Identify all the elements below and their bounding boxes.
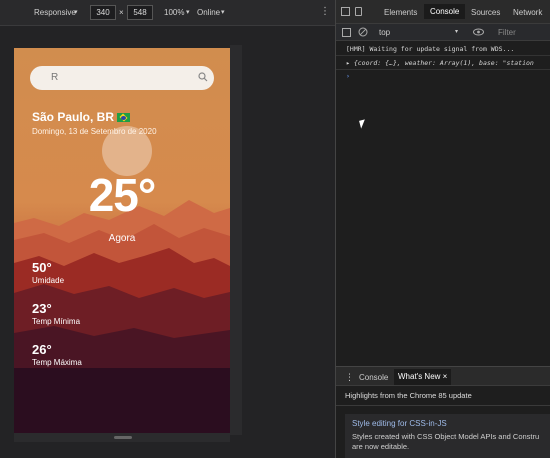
console-output: [HMR] Waiting for update signal from WDS… — [336, 41, 550, 366]
highlights-heading: Highlights from the Chrome 85 update — [345, 391, 472, 400]
stat-value: 50° — [32, 260, 52, 275]
devtools-tabbar: Elements Console Sources Network — [336, 0, 550, 24]
tab-network[interactable]: Network — [513, 8, 542, 17]
stat-min-temp: 23° Temp Mínima — [32, 301, 80, 326]
drawer-tab-label: What's New — [398, 372, 441, 381]
console-toolbar: top ▾ Filter — [336, 24, 550, 41]
feature-title[interactable]: Style editing for CSS-in-JS — [352, 419, 447, 428]
tab-sources[interactable]: Sources — [471, 8, 500, 17]
stat-value: 26° — [32, 342, 52, 357]
feature-description: Styles created with CSS Object Model API… — [352, 432, 540, 441]
console-log-line: [HMR] Waiting for update signal from WDS… — [346, 45, 515, 53]
console-object-line[interactable]: ▸ {coord: {…}, weather: Array(1), base: … — [346, 59, 534, 67]
current-temperature: 25° — [88, 169, 157, 221]
network-throttle-select[interactable]: Online — [197, 8, 220, 17]
search-icon[interactable] — [198, 72, 208, 82]
chevron-down-icon: ▾ — [186, 9, 190, 16]
tab-console[interactable]: Console — [424, 4, 466, 19]
stat-label: Umidade — [32, 276, 65, 285]
search-text: R — [51, 72, 59, 83]
height-input[interactable]: 548 — [127, 5, 153, 20]
dimension-separator: × — [119, 8, 124, 17]
tab-elements[interactable]: Elements — [384, 8, 417, 17]
city-name: São Paulo, BR — [32, 110, 115, 124]
filter-input[interactable]: Filter — [498, 28, 516, 37]
stat-label: Temp Máxima — [32, 358, 82, 367]
clear-console-icon[interactable] — [358, 27, 368, 37]
date-label: Domingo, 13 de Setembro de 2020 — [32, 127, 157, 136]
console-prompt[interactable]: › — [346, 72, 350, 80]
search-input[interactable]: R — [30, 66, 214, 90]
close-icon[interactable]: × — [443, 372, 448, 381]
eye-icon[interactable] — [473, 28, 484, 36]
sidebar-toggle-icon[interactable] — [342, 28, 351, 37]
whats-new-panel: Highlights from the Chrome 85 update Sty… — [336, 386, 550, 458]
resize-handle-bottom[interactable] — [14, 433, 230, 442]
stat-label: Temp Mínima — [32, 317, 81, 326]
resize-handle-right[interactable] — [230, 45, 242, 435]
drawer-tab-console[interactable]: Console — [359, 373, 388, 382]
chevron-down-icon: ▾ — [455, 29, 459, 35]
device-toggle-icon[interactable] — [355, 7, 362, 16]
drawer-menu-icon[interactable]: ⋮ — [345, 372, 354, 383]
period-label: Agora — [108, 233, 136, 244]
inspect-element-icon[interactable] — [341, 7, 350, 16]
stat-max-temp: 26° Temp Máxima — [32, 342, 82, 367]
chevron-down-icon: ▾ — [221, 9, 225, 16]
stat-humidity: 50° Umidade — [32, 260, 64, 285]
width-input[interactable]: 340 — [90, 5, 116, 20]
weather-app: R São Paulo, BR Domingo, 13 de Setembro … — [14, 48, 230, 433]
chevron-down-icon: ▾ — [74, 9, 78, 16]
feature-card[interactable]: Style editing for CSS-in-JS Styles creat… — [345, 414, 550, 458]
zoom-select[interactable]: 100% — [164, 8, 184, 17]
feature-description-cont: are now editable. — [352, 442, 410, 451]
context-select[interactable]: top — [379, 28, 390, 37]
stat-value: 23° — [32, 301, 52, 316]
drawer-tabbar: ⋮ Console What's New × — [336, 366, 550, 386]
more-options-icon[interactable]: ⋮ — [320, 6, 330, 17]
device-mode-select[interactable]: Responsive — [34, 8, 76, 17]
brazil-flag-icon — [117, 113, 131, 122]
city-label: São Paulo, BR — [32, 110, 131, 124]
device-toolbar: Responsive ▾ 340 × 548 100% ▾ Online ▾ ⋮ — [0, 0, 335, 26]
drawer-tab-whats-new[interactable]: What's New × — [394, 369, 452, 385]
